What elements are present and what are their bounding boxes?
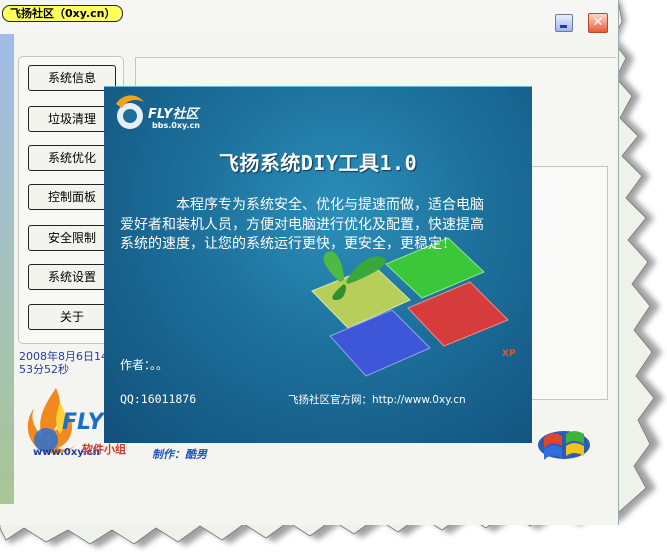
splash-top-border: [104, 86, 532, 87]
splash-title: 飞扬系统DIY工具1.0: [218, 151, 418, 175]
content-group-box: [520, 166, 608, 400]
banner-team: 软件小组: [82, 443, 126, 456]
window-title: 飞扬社区（0xy.cn）: [2, 5, 124, 22]
close-icon[interactable]: ✕: [588, 13, 608, 33]
splash-site[interactable]: 飞扬社区官方网：http://www.0xy.cn: [288, 392, 466, 407]
splash-logo-text: FLY社区: [148, 107, 199, 122]
sidebar-item-system-optimize[interactable]: 系统优化: [28, 145, 116, 171]
splash-graphics: XP: [116, 95, 516, 377]
sidebar-item-junk-clean[interactable]: 垃圾清理: [28, 106, 116, 132]
splash-logo-url: bbs.0xy.cn: [152, 121, 200, 130]
splash-qq: QQ:16011876: [120, 392, 197, 406]
sidebar-item-about[interactable]: 关于: [28, 304, 116, 330]
splash-author: 作者：。。: [120, 358, 169, 372]
xp-label: XP: [502, 349, 516, 359]
banner-credit: 制作：酷男: [152, 448, 207, 461]
sidebar-item-control-panel[interactable]: 控制面板: [28, 184, 116, 210]
sidebar-item-system-settings[interactable]: 系统设置: [28, 264, 116, 290]
desktop-strip: [0, 34, 14, 504]
minimize-icon[interactable]: [555, 14, 573, 32]
sidebar-item-system-info[interactable]: 系统信息: [28, 65, 116, 91]
sidebar-item-security[interactable]: 安全限制: [28, 225, 116, 251]
windows-logo-tiles: [311, 237, 509, 377]
splash-description: 本程序专为系统安全、优化与提速而做，适合电脑爱好者和装机人员，方便对电脑进行优化…: [120, 197, 484, 252]
